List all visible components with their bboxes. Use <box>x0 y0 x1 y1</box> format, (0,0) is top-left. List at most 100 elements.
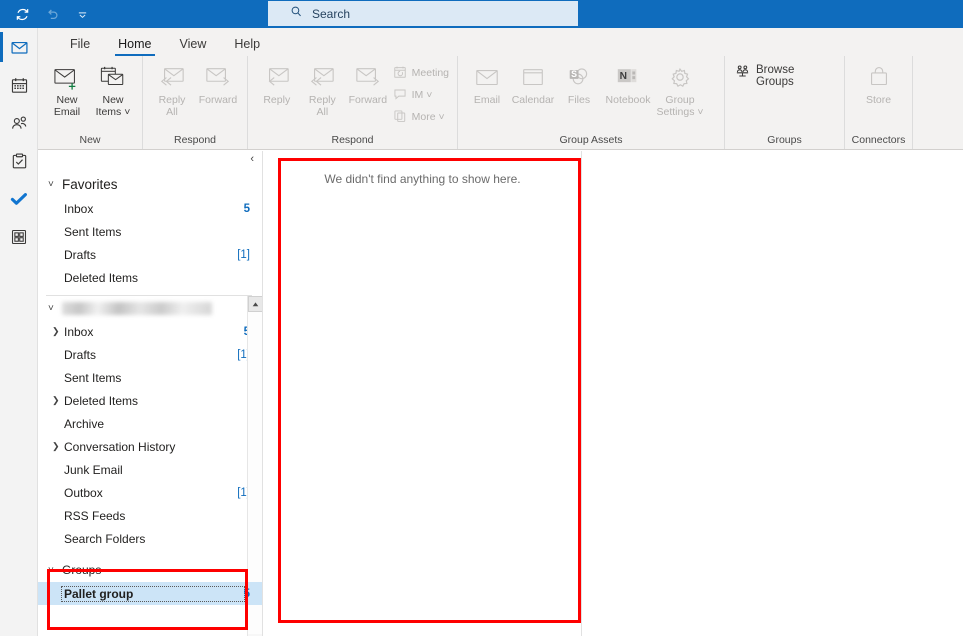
favorite-item-deleted-items[interactable]: Deleted Items <box>38 266 262 289</box>
favorite-drafts-label: Drafts <box>64 247 97 262</box>
undo-icon <box>38 2 66 26</box>
ribbon-group-group-assets-label: Group Assets <box>559 134 623 146</box>
reply-icon <box>262 62 292 94</box>
ribbon-group-groups: Browse Groups Groups <box>725 56 845 149</box>
title-bar: Search <box>0 0 963 28</box>
chevron-right-icon[interactable]: ❯ <box>52 441 64 452</box>
new-items-icon <box>98 62 128 94</box>
mail-icon <box>472 62 502 94</box>
tab-help[interactable]: Help <box>220 37 274 56</box>
ribbon: File Home View Help New Email New Items … <box>38 28 963 150</box>
browse-groups-button[interactable]: Browse Groups <box>731 60 838 88</box>
im-button: IM ˅ <box>391 84 451 106</box>
rail-item-more-apps[interactable] <box>0 218 38 256</box>
sync-icon[interactable] <box>8 2 36 26</box>
respond-small-buttons: Meeting IM ˅ More ˅ <box>391 60 451 128</box>
folder-item-drafts[interactable]: Drafts [1] <box>38 343 262 366</box>
chevron-right-icon[interactable]: ❯ <box>52 326 64 337</box>
group-settings-button: Group Settings ˅ <box>654 60 706 118</box>
meeting-icon <box>393 65 407 82</box>
favorite-item-sent-items[interactable]: Sent Items <box>38 220 262 243</box>
folder-sent-items-label: Sent Items <box>64 370 122 385</box>
folder-item-conversation-history[interactable]: ❯ Conversation History <box>38 435 262 458</box>
more-icon <box>393 109 407 126</box>
tab-file[interactable]: File <box>56 37 104 56</box>
chevron-down-icon: ˅ <box>48 564 54 576</box>
group-email-button: Email <box>464 60 510 106</box>
favorite-inbox-count: 5 <box>243 202 250 215</box>
group-pallet-group-count: 5 <box>243 587 250 600</box>
groups-section: ˅ Groups Pallet group 5 <box>38 558 262 605</box>
search-box[interactable]: Search <box>268 1 578 26</box>
folder-item-rss-feeds[interactable]: RSS Feeds <box>38 504 262 527</box>
chevron-down-icon[interactable] <box>68 2 96 26</box>
forward-icon <box>203 62 233 94</box>
tab-view[interactable]: View <box>166 37 221 56</box>
app-rail <box>0 28 38 636</box>
folder-junk-email-label: Junk Email <box>64 462 123 477</box>
message-list-pane: We didn't find anything to show here. <box>264 151 582 636</box>
rail-item-mail[interactable] <box>0 28 38 66</box>
ribbon-group-group-assets: Email Calendar S Files N Notebook Group … <box>458 56 725 149</box>
group-email-label: Email <box>473 94 501 106</box>
scroll-up-arrow-icon[interactable] <box>248 296 262 312</box>
im-icon <box>393 87 407 104</box>
tab-home[interactable]: Home <box>104 37 165 56</box>
chevron-left-icon[interactable]: ‹ <box>250 153 254 165</box>
rail-item-calendar[interactable] <box>0 66 38 104</box>
groups-header[interactable]: ˅ Groups <box>38 558 262 582</box>
chevron-down-icon: ˅ <box>48 302 54 314</box>
favorite-sent-items-label: Sent Items <box>64 224 122 239</box>
folder-inbox-label: Inbox <box>64 324 94 339</box>
browse-groups-icon <box>735 64 750 82</box>
reply-label: Reply <box>263 94 291 106</box>
group-files-label: Files <box>567 94 591 106</box>
store-bag-icon <box>864 62 894 94</box>
new-email-button[interactable]: New Email <box>44 60 90 118</box>
search-input-placeholder[interactable]: Search <box>312 7 350 21</box>
rail-item-people[interactable] <box>0 104 38 142</box>
forward-label-1: Forward <box>198 94 238 106</box>
folder-item-inbox[interactable]: ❯ Inbox 5 <box>38 320 262 343</box>
group-settings-label: Group Settings ˅ <box>656 94 704 118</box>
meeting-button: Meeting <box>391 62 451 84</box>
ribbon-group-new-label: New <box>79 134 101 146</box>
folder-item-junk-email[interactable]: Junk Email <box>38 458 262 481</box>
reply-all-button-1: Reply All <box>149 60 195 118</box>
svg-text:N: N <box>620 71 627 82</box>
search-icon <box>290 5 303 23</box>
favorite-deleted-items-label: Deleted Items <box>64 270 139 285</box>
more-label: More ˅ <box>411 111 445 123</box>
group-item-pallet-group[interactable]: Pallet group 5 <box>38 582 262 605</box>
account-folder-tree: ˅ ❯ Inbox 5 Drafts [1] Sent Items ❯ Dele… <box>38 296 262 636</box>
new-items-button[interactable]: New Items ˅ <box>90 60 136 118</box>
favorite-item-drafts[interactable]: Drafts [1] <box>38 243 262 266</box>
ribbon-group-respond-1-label: Respond <box>173 134 217 146</box>
group-notebook-button: N Notebook <box>602 60 654 106</box>
group-calendar-label: Calendar <box>511 94 555 106</box>
favorite-drafts-count: [1] <box>237 248 250 261</box>
folder-conversation-history-label: Conversation History <box>64 439 176 454</box>
account-name-redacted <box>62 301 212 315</box>
rail-item-to-do[interactable] <box>0 180 38 218</box>
folder-outbox-label: Outbox <box>64 485 103 500</box>
reply-button: Reply <box>254 60 300 106</box>
account-header[interactable]: ˅ <box>38 296 262 320</box>
folder-drafts-label: Drafts <box>64 347 97 362</box>
folder-item-search-folders[interactable]: Search Folders <box>38 527 262 550</box>
favorites-header[interactable]: ˅ Favorites <box>38 171 262 197</box>
rail-item-tasks[interactable] <box>0 142 38 180</box>
forward-button-1: Forward <box>195 60 241 106</box>
folder-pane: ‹ ˅ Favorites Inbox 5 Sent Items Drafts … <box>38 151 263 636</box>
chevron-right-icon[interactable]: ❯ <box>52 395 64 406</box>
reading-pane <box>583 151 963 636</box>
ribbon-group-respond-2: Reply Reply All Forward Meeting IM ˅ Mor… <box>248 56 458 149</box>
svg-text:S: S <box>571 69 577 79</box>
forward-button-2: Forward <box>345 60 391 106</box>
folder-item-archive[interactable]: Archive <box>38 412 262 435</box>
folder-item-outbox[interactable]: Outbox [1] <box>38 481 262 504</box>
folder-item-deleted-items[interactable]: ❯ Deleted Items <box>38 389 262 412</box>
favorite-item-inbox[interactable]: Inbox 5 <box>38 197 262 220</box>
folder-item-sent-items[interactable]: Sent Items <box>38 366 262 389</box>
ribbon-tabs: File Home View Help <box>38 28 963 56</box>
